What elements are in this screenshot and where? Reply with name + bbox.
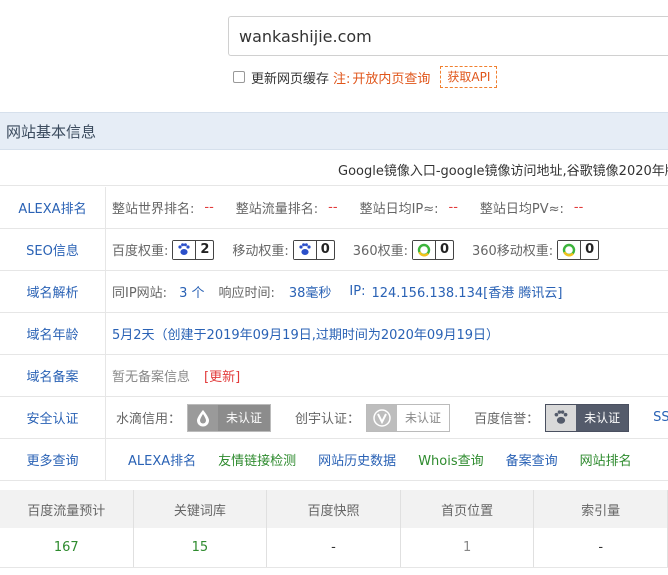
daily-ip-label: 整站日均IP≈: — [359, 202, 439, 217]
baidu-trust-label: 百度信誉： — [474, 412, 540, 427]
note-label: 注: — [333, 71, 351, 87]
more-link-alexa[interactable]: ALEXA排名 — [128, 450, 196, 469]
baidu-trust-badge[interactable]: 未认证 — [545, 403, 630, 432]
baidu-trust-paw-icon — [546, 404, 577, 431]
shuidi-badge-text: 未认证 — [218, 404, 271, 431]
verified-v-icon — [367, 404, 398, 431]
water-drop-icon — [188, 404, 219, 431]
dns-row-label[interactable]: 域名解析 — [0, 271, 106, 312]
baidu-weight-value: 2 — [195, 240, 213, 259]
traffic-rank-label: 整站流量排名: — [235, 202, 319, 217]
baidu-weight-badge[interactable]: 2 — [172, 239, 215, 260]
stats-table-header: 百度流量预计 关键词库 百度快照 首页位置 索引量 — [0, 490, 668, 528]
response-time-label: 响应时间: — [218, 286, 275, 301]
shuidi-badge[interactable]: 未认证 — [187, 403, 272, 432]
query-options: 更新网页缓存 注: 开放内页查询 获取API — [233, 66, 498, 88]
value-homepage-position: 1 — [401, 528, 535, 567]
same-ip-value[interactable]: 3 个 — [179, 282, 204, 301]
domain-age-body: 5月2天（创建于2019年09月19日,过期时间为2020年09月19日） — [112, 313, 499, 354]
w360-mobile-weight-value: 0 — [580, 240, 598, 259]
more-queries-row: 更多查询 ALEXA排名 友情链接检测 网站历史数据 Whois查询 备案查询 … — [0, 439, 668, 481]
value-keywords[interactable]: 15 — [134, 528, 268, 567]
update-cache-label[interactable]: 更新网页缓存 — [251, 68, 329, 87]
security-row-label[interactable]: 安全认证 — [0, 397, 106, 438]
alexa-row: ALEXA排名 整站世界排名: -- 整站流量排名: -- 整站日均IP≈: -… — [0, 187, 668, 229]
baidu-paw-icon — [173, 240, 196, 259]
more-link-icp[interactable]: 备案查询 — [506, 450, 558, 469]
domain-search-input[interactable] — [239, 26, 668, 46]
w360-weight-label: 360权重: — [352, 244, 408, 259]
traffic-rank-value: -- — [328, 200, 338, 215]
alexa-row-body: 整站世界排名: -- 整站流量排名: -- 整站日均IP≈: -- 整站日均PV… — [112, 187, 605, 228]
stats-table: 百度流量预计 关键词库 百度快照 首页位置 索引量 167 15 - 1 - — [0, 490, 668, 568]
icp-update-link[interactable]: [更新] — [204, 366, 240, 385]
header-index-count: 索引量 — [534, 490, 668, 528]
360-ring-icon — [412, 240, 435, 259]
more-link-history[interactable]: 网站历史数据 — [318, 450, 396, 469]
mobile-weight-value: 0 — [315, 240, 334, 259]
security-row-body: 水滴信用： 未认证 创宇认证： 未认证 百度信誉： 未认证 SS — [116, 397, 668, 438]
header-homepage-position: 首页位置 — [401, 490, 535, 528]
chuangyu-label: 创宇认证： — [295, 412, 361, 427]
ip-value[interactable]: 124.156.138.134[香港 腾讯云] — [371, 282, 562, 301]
domain-age-value: 5月2天（创建于2019年09月19日,过期时间为2020年09月19日） — [112, 328, 500, 343]
baidu-weight-label: 百度权重: — [112, 244, 169, 259]
w360-mobile-weight-label: 360移动权重: — [471, 244, 554, 259]
w360-weight-value: 0 — [434, 240, 453, 259]
daily-pv-label: 整站日均PV≈: — [479, 202, 564, 217]
ip-label: IP: — [349, 284, 366, 299]
domain-age-label[interactable]: 域名年龄 — [0, 313, 106, 354]
w360-mobile-weight-badge[interactable]: 0 — [557, 239, 600, 260]
site-title: Google镜像入口-google镜像访问地址,谷歌镜像2020年版 — [338, 164, 668, 179]
header-baidu-traffic: 百度流量预计 — [0, 490, 134, 528]
world-rank-label: 整站世界排名: — [112, 202, 195, 217]
360-mobile-ring-icon — [558, 240, 581, 259]
more-queries-label[interactable]: 更多查询 — [0, 439, 106, 480]
shuidi-label: 水滴信用： — [116, 412, 182, 427]
domain-age-row: 域名年龄 5月2天（创建于2019年09月19日,过期时间为2020年09月19… — [0, 313, 668, 355]
daily-pv-value: -- — [573, 200, 584, 215]
chuangyu-badge-text: 未认证 — [397, 404, 450, 431]
baidu-mobile-paw-icon — [293, 240, 316, 259]
response-time-value: 38毫秒 — [288, 286, 332, 301]
open-inner-page-link[interactable]: 开放内页查询 — [352, 68, 430, 87]
mobile-weight-badge[interactable]: 0 — [292, 239, 335, 260]
baidu-trust-badge-text: 未认证 — [576, 404, 629, 431]
security-row: 安全认证 水滴信用： 未认证 创宇认证： 未认证 百度信誉： 未认证 SS — [0, 397, 668, 439]
dns-row-body: 同IP网站: 3 个 响应时间: 38毫秒 IP: 124.156.138.13… — [112, 271, 562, 312]
more-queries-body: ALEXA排名 友情链接检测 网站历史数据 Whois查询 备案查询 网站排名 — [128, 439, 654, 480]
seo-row: SEO信息 百度权重: 2 移动权重: 0 360权重: 0 360移动权重: — [0, 229, 668, 271]
domain-search-box[interactable] — [228, 16, 668, 56]
chuangyu-badge[interactable]: 未认证 — [366, 403, 451, 432]
header-keywords: 关键词库 — [134, 490, 268, 528]
seo-row-body: 百度权重: 2 移动权重: 0 360权重: 0 360移动权重: 0 — [112, 229, 617, 270]
more-link-site-rank[interactable]: 网站排名 — [580, 450, 632, 469]
value-baidu-traffic[interactable]: 167 — [0, 528, 134, 567]
w360-weight-badge[interactable]: 0 — [411, 239, 454, 260]
update-cache-checkbox[interactable] — [233, 71, 245, 83]
daily-ip-value: -- — [448, 200, 458, 215]
section-header: 网站基本信息 — [0, 112, 668, 150]
value-baidu-snapshot: - — [267, 528, 401, 567]
mobile-weight-label: 移动权重: — [232, 244, 289, 259]
header-baidu-snapshot: 百度快照 — [267, 490, 401, 528]
alexa-row-label[interactable]: ALEXA排名 — [0, 187, 106, 228]
world-rank-value: -- — [204, 200, 214, 215]
more-link-whois[interactable]: Whois查询 — [418, 450, 483, 469]
dns-row: 域名解析 同IP网站: 3 个 响应时间: 38毫秒 IP: 124.156.1… — [0, 271, 668, 313]
get-api-button[interactable]: 获取API — [440, 66, 498, 88]
site-title-row: Google镜像入口-google镜像访问地址,谷歌镜像2020年版 — [0, 150, 668, 186]
value-index-count: - — [534, 528, 668, 567]
section-title: 网站基本信息 — [6, 122, 97, 141]
more-link-friend-links[interactable]: 友情链接检测 — [218, 450, 296, 469]
icp-row-body: 暂无备案信息 [更新] — [112, 355, 240, 396]
same-ip-label: 同IP网站: — [112, 286, 168, 301]
icp-row: 域名备案 暂无备案信息 [更新] — [0, 355, 668, 397]
table-row: 167 15 - 1 - — [0, 528, 668, 568]
icp-row-label[interactable]: 域名备案 — [0, 355, 106, 396]
seo-row-label[interactable]: SEO信息 — [0, 229, 106, 270]
icp-value: 暂无备案信息 — [112, 370, 191, 385]
ssl-label: SS — [653, 410, 668, 425]
